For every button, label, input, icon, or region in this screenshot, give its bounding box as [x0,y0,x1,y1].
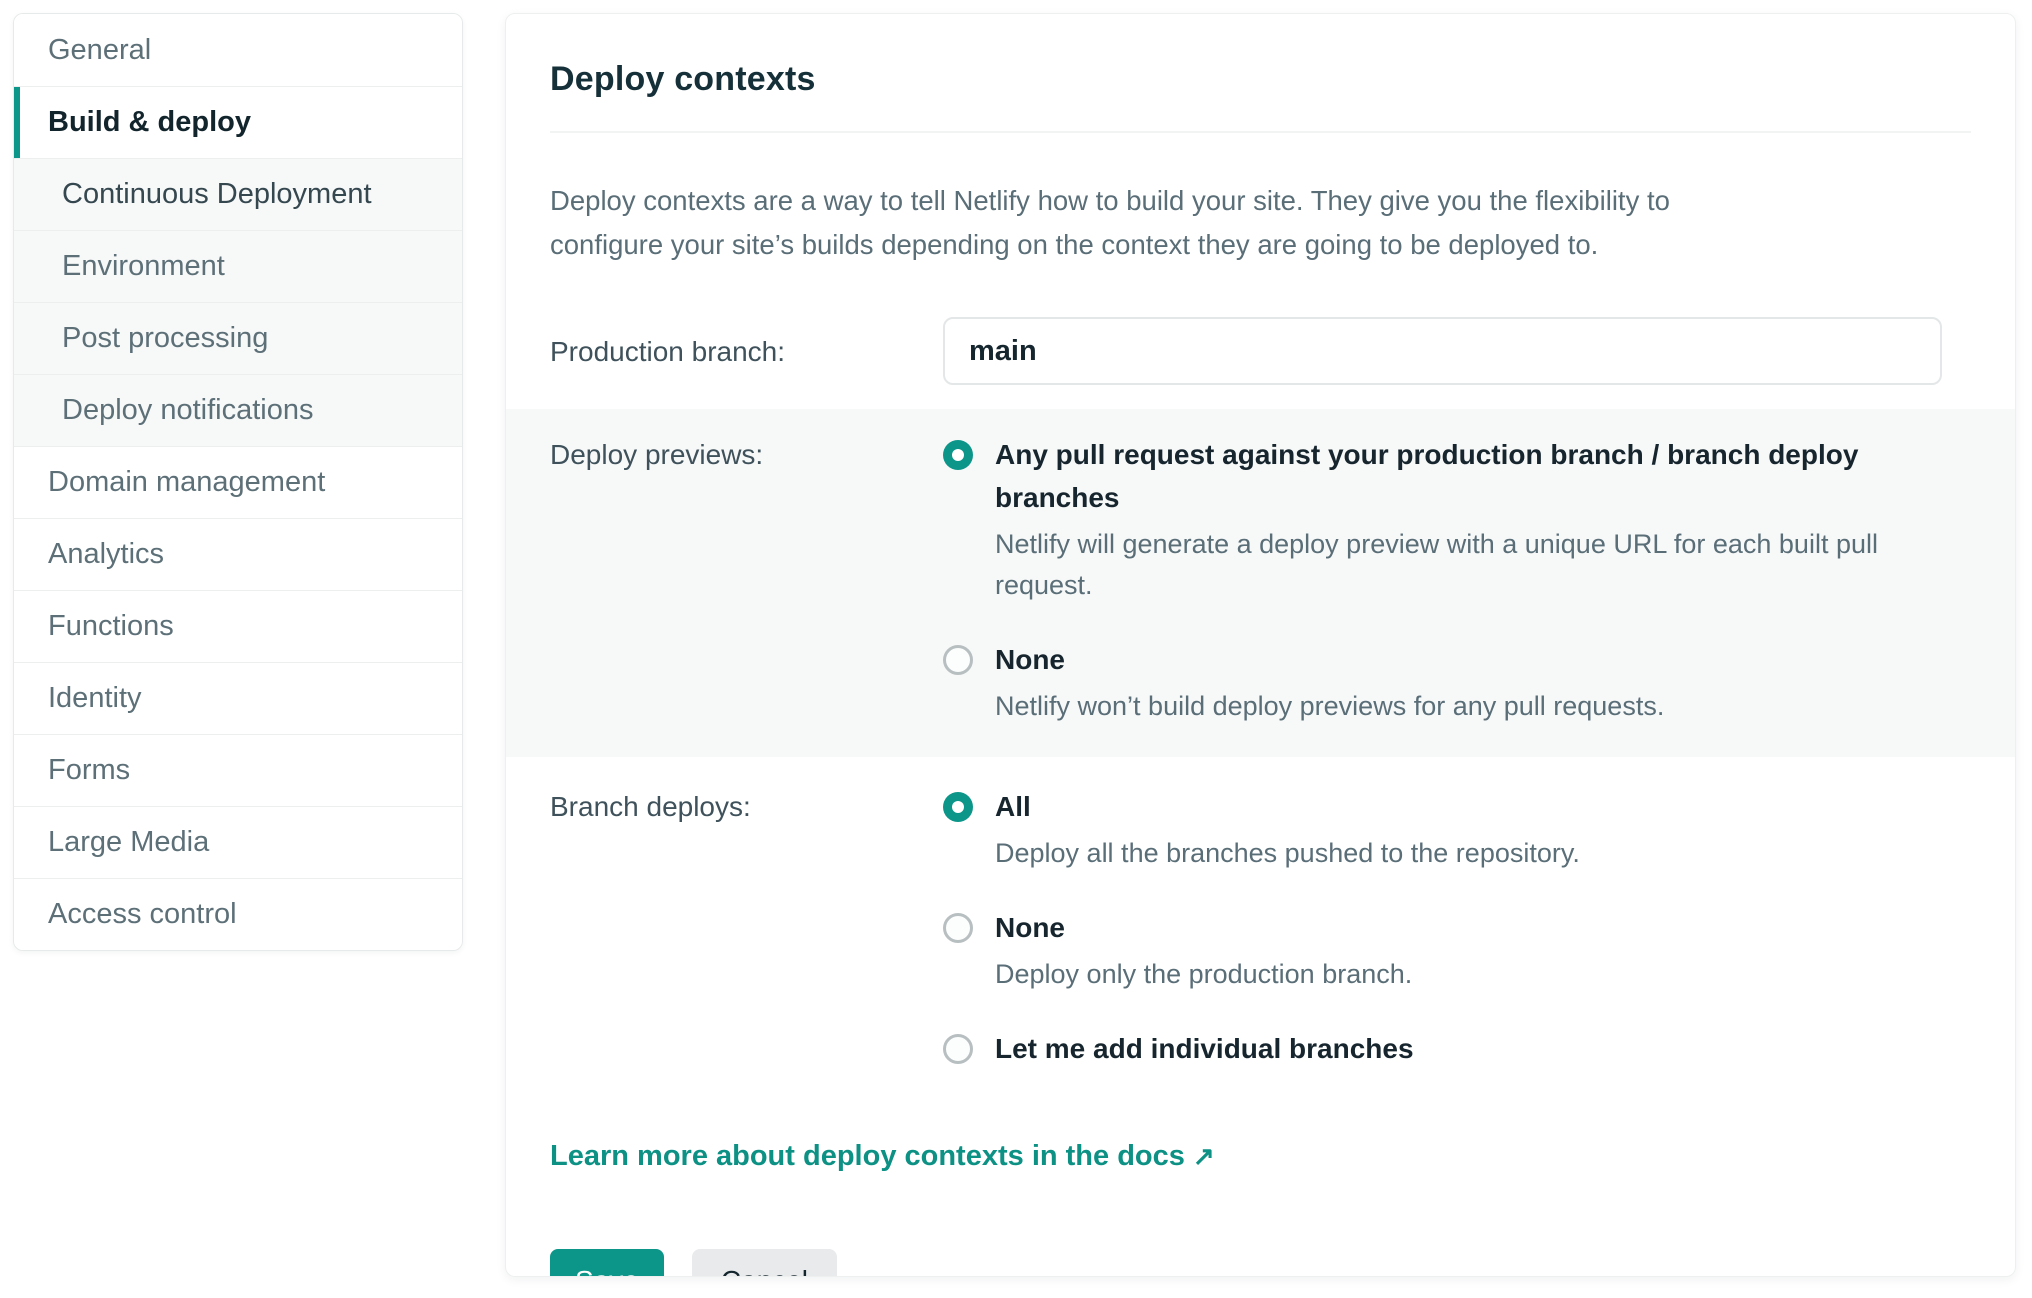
deploy-previews-options: Any pull request against your production… [943,433,1878,727]
sidebar-item-forms[interactable]: Forms [14,734,462,806]
deploy-contexts-card: Deploy contexts Deploy contexts are a wa… [505,13,2016,1277]
option-title: All [995,785,1580,828]
option-description: Deploy all the branches pushed to the re… [995,833,1580,874]
option-branches-all: All Deploy all the branches pushed to th… [943,785,1580,874]
page-title: Deploy contexts [550,60,1971,99]
sidebar-item-analytics[interactable]: Analytics [14,518,462,590]
form-actions: Save Cancel [550,1249,1971,1277]
cancel-button[interactable]: Cancel [692,1249,837,1277]
option-branches-individual: Let me add individual branches [943,1027,1580,1070]
deploy-contexts-description: Deploy contexts are a way to tell Netlif… [550,179,1950,267]
branch-deploys-radio-none[interactable] [943,913,973,943]
deploy-previews-radio-none[interactable] [943,645,973,675]
sidebar-item-deploy-notifications[interactable]: Deploy notifications [14,374,462,446]
deploy-previews-section: Deploy previews: Any pull request agains… [506,409,2015,757]
sidebar-item-environment[interactable]: Environment [14,230,462,302]
save-button[interactable]: Save [550,1249,664,1277]
sidebar-item-access-control[interactable]: Access control [14,878,462,950]
deploy-previews-label: Deploy previews: [550,433,943,476]
option-branches-none: None Deploy only the production branch. [943,906,1580,995]
title-divider [550,131,1971,133]
docs-link-label: Learn more about deploy contexts in the … [550,1140,1185,1172]
sidebar-item-build-deploy[interactable]: Build & deploy [14,86,462,158]
sidebar-item-general[interactable]: General [14,14,462,86]
production-branch-input[interactable] [943,317,1942,385]
option-any-pull-request: Any pull request against your production… [943,433,1878,606]
docs-link[interactable]: Learn more about deploy contexts in the … [550,1140,1215,1173]
option-title: None [995,906,1412,949]
branch-deploys-radio-individual[interactable] [943,1034,973,1064]
sidebar-item-large-media[interactable]: Large Media [14,806,462,878]
branch-deploys-radio-all[interactable] [943,792,973,822]
settings-page: General Build & deploy Continuous Deploy… [0,0,2032,1277]
sidebar-item-continuous-deployment[interactable]: Continuous Deployment [14,158,462,230]
option-title: None [995,638,1664,681]
production-branch-label: Production branch: [550,330,943,373]
deploy-previews-radio-any-pr[interactable] [943,440,973,470]
branch-deploys-section: Branch deploys: All Deploy all the branc… [550,757,1971,1070]
sidebar-item-post-processing[interactable]: Post processing [14,302,462,374]
sidebar-item-functions[interactable]: Functions [14,590,462,662]
option-description: Netlify will generate a deploy preview w… [995,524,1878,606]
production-branch-row: Production branch: [550,317,1971,385]
external-link-icon: ↗ [1193,1141,1215,1171]
sidebar-item-domain-management[interactable]: Domain management [14,446,462,518]
option-title: Any pull request against your production… [995,433,1878,519]
option-previews-none: None Netlify won’t build deploy previews… [943,638,1878,727]
option-description: Netlify won’t build deploy previews for … [995,686,1664,727]
branch-deploys-label: Branch deploys: [550,785,943,828]
settings-sidebar: General Build & deploy Continuous Deploy… [13,13,463,951]
option-description: Deploy only the production branch. [995,954,1412,995]
option-title: Let me add individual branches [995,1027,1414,1070]
sidebar-item-identity[interactable]: Identity [14,662,462,734]
branch-deploys-options: All Deploy all the branches pushed to th… [943,785,1580,1070]
